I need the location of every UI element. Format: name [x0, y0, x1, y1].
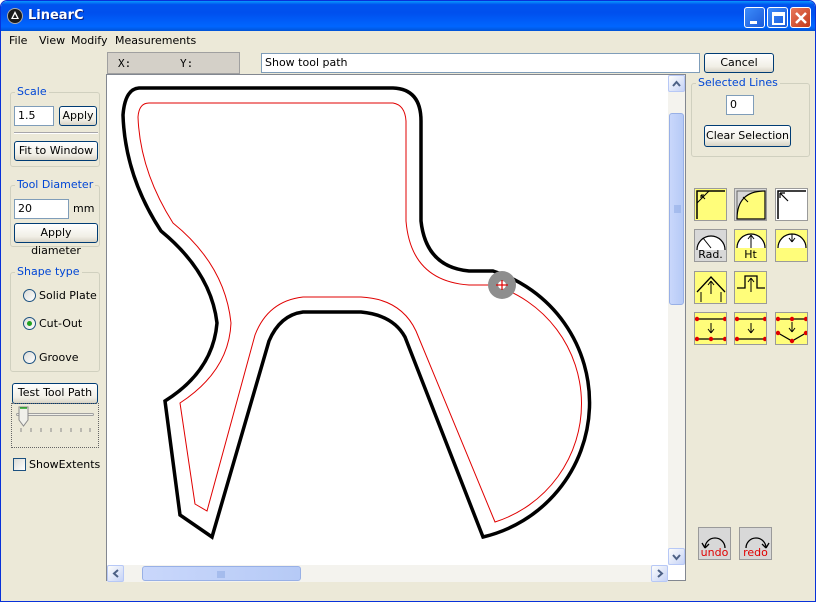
- groove-radio[interactable]: [23, 351, 36, 364]
- undo-button[interactable]: undo: [698, 527, 731, 560]
- peak-tool[interactable]: [694, 271, 727, 304]
- offset-peak-tool[interactable]: [775, 312, 809, 345]
- horizontal-scrollbar[interactable]: [107, 565, 668, 582]
- menu-view[interactable]: View: [39, 34, 65, 47]
- fit-to-window-button[interactable]: Fit to Window: [14, 141, 98, 161]
- left-panel: Scale 1.5 Apply Fit to Window Tool Diame…: [3, 51, 103, 577]
- round-corner-tool[interactable]: [734, 188, 767, 221]
- chevron-right-icon: [657, 569, 664, 578]
- scale-input[interactable]: 1.5: [14, 106, 54, 126]
- menu-bar: File View Modify Measurements: [1, 31, 815, 50]
- selected-lines-legend: Selected Lines: [696, 76, 780, 89]
- menu-file[interactable]: File: [9, 34, 27, 47]
- maximize-button[interactable]: [767, 7, 788, 28]
- slider-ticks: [20, 428, 91, 432]
- menu-modify[interactable]: Modify: [71, 34, 107, 47]
- tool-path-slider[interactable]: [11, 403, 99, 448]
- horizontal-scroll-thumb[interactable]: [142, 566, 301, 581]
- radius-label: Rad.: [698, 248, 723, 261]
- status-strip: [1, 583, 815, 601]
- shape-type-legend: Shape type: [15, 265, 82, 278]
- height-label: Ht: [744, 248, 757, 261]
- app-icon: [7, 8, 23, 24]
- tool-diameter-unit: mm: [73, 202, 95, 215]
- grip-icon: [674, 205, 681, 213]
- minimize-icon: [750, 21, 757, 24]
- shape-drawing[interactable]: [107, 75, 685, 580]
- redo-label: redo: [743, 546, 768, 559]
- offset-line-tool[interactable]: [694, 312, 728, 345]
- chevron-down-icon: [672, 554, 681, 561]
- shape-outline[interactable]: [121, 86, 592, 540]
- clear-selection-button[interactable]: Clear Selection: [704, 125, 791, 147]
- title-bar[interactable]: LinearC: [1, 1, 815, 31]
- notch-tool[interactable]: [734, 271, 767, 304]
- tool-diameter-input[interactable]: 20: [14, 199, 69, 219]
- offset-peak-icon: [775, 316, 809, 344]
- slider-thumb[interactable]: [18, 406, 30, 428]
- maximize-icon: [772, 12, 785, 25]
- grip-icon: [217, 571, 225, 578]
- groove-label[interactable]: Groove: [39, 351, 79, 364]
- scroll-up-button[interactable]: [668, 75, 685, 92]
- offset-notch-tool[interactable]: [734, 312, 768, 345]
- x-coord-label: X:: [118, 57, 132, 70]
- solid-plate-radio[interactable]: [23, 289, 36, 302]
- scale-apply-button[interactable]: Apply: [59, 106, 97, 126]
- scale-legend: Scale: [15, 85, 49, 98]
- chevron-up-icon: [672, 80, 681, 87]
- close-button[interactable]: [790, 7, 811, 28]
- menu-measurements[interactable]: Measurements: [115, 34, 196, 47]
- solid-plate-label[interactable]: Solid Plate: [39, 289, 97, 302]
- corner-icon: [777, 190, 806, 219]
- selected-lines-count: 0: [726, 95, 754, 115]
- undo-label: undo: [700, 546, 729, 559]
- minimize-button[interactable]: [744, 7, 765, 28]
- app-window: LinearC File View Modify Measurements X:…: [0, 0, 816, 602]
- chamfer-corner-tool[interactable]: [694, 188, 727, 221]
- scroll-down-button[interactable]: [668, 548, 685, 565]
- scroll-right-button[interactable]: [651, 565, 668, 582]
- apply-diameter-button[interactable]: Apply diameter: [14, 223, 98, 257]
- cut-out-label[interactable]: Cut-Out: [39, 317, 82, 330]
- offset-line-icon: [694, 316, 728, 342]
- tool-diameter-legend: Tool Diameter: [15, 178, 96, 191]
- test-tool-path-button[interactable]: Test Tool Path: [12, 383, 98, 404]
- coordinate-readout: X: Y:: [107, 52, 240, 74]
- chamfer-icon: [696, 190, 725, 219]
- status-field[interactable]: Show tool path: [261, 53, 700, 73]
- y-coord-label: Y:: [180, 57, 194, 70]
- notch-icon: [737, 275, 765, 292]
- arc-down-tool[interactable]: [775, 229, 808, 262]
- round-corner-icon: [736, 190, 766, 220]
- radius-tool[interactable]: Rad.: [694, 229, 727, 262]
- arc-down-icon: [777, 233, 807, 249]
- selection-marker[interactable]: [488, 271, 516, 299]
- height-tool[interactable]: Ht: [734, 229, 767, 262]
- scale-divider: [14, 132, 98, 134]
- right-panel: Selected Lines 0 Clear Selection Rad. Ht…: [689, 74, 815, 574]
- redo-button[interactable]: redo: [739, 527, 772, 560]
- scroll-left-button[interactable]: [107, 565, 124, 582]
- vertical-scrollbar[interactable]: [668, 75, 685, 565]
- close-icon: [795, 12, 807, 24]
- window-title: LinearC: [28, 8, 84, 23]
- chevron-left-icon: [112, 569, 119, 578]
- cancel-button[interactable]: Cancel: [704, 53, 774, 73]
- offset-notch-icon: [734, 316, 768, 342]
- show-extents-label[interactable]: ShowExtents: [29, 458, 100, 471]
- show-extents-checkbox[interactable]: [13, 458, 26, 471]
- corner-point-tool[interactable]: [775, 188, 808, 221]
- peak-icon: [696, 276, 726, 302]
- vertical-scroll-thumb[interactable]: [669, 113, 684, 305]
- cut-out-radio[interactable]: [23, 317, 36, 330]
- drawing-canvas[interactable]: [106, 74, 686, 581]
